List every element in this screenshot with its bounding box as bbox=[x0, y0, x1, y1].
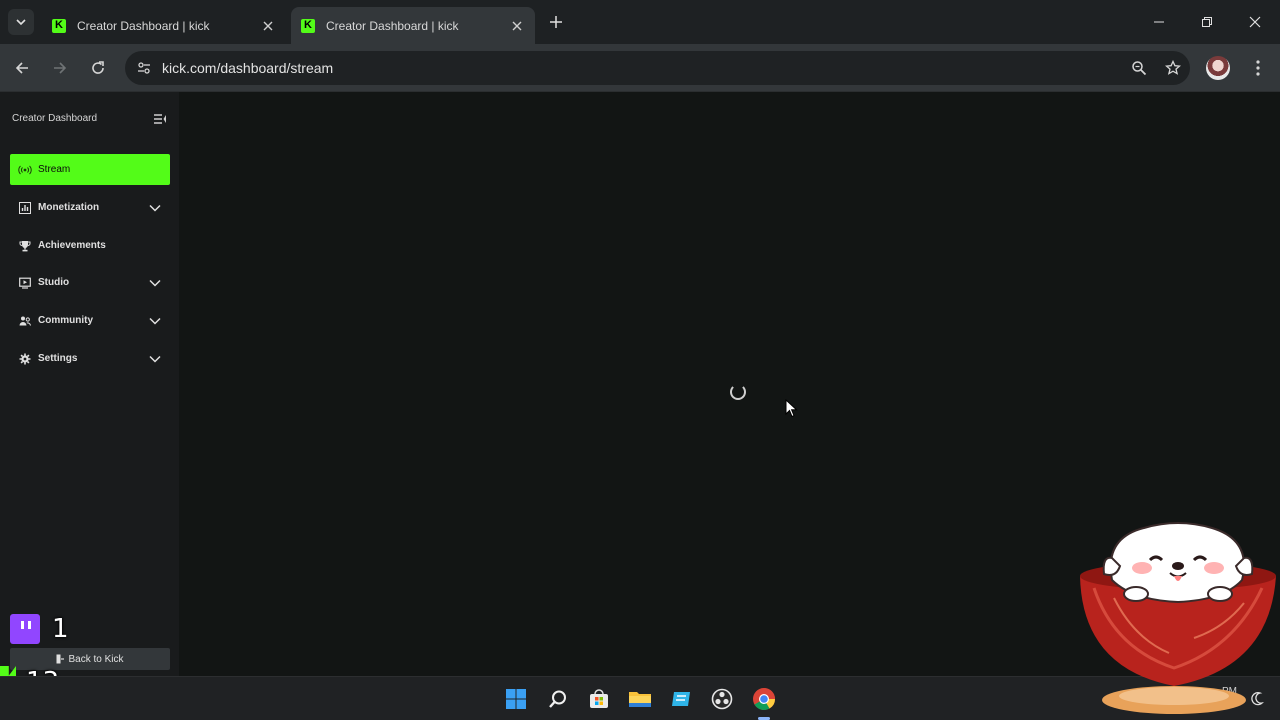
sidebar-title: Creator Dashboard bbox=[12, 113, 98, 124]
reload-icon bbox=[92, 61, 104, 74]
close-icon bbox=[263, 21, 273, 30]
app-icon[interactable] bbox=[668, 686, 694, 712]
kick-favicon-icon: K bbox=[301, 18, 315, 33]
back-button[interactable] bbox=[8, 54, 36, 82]
sidebar-item-community[interactable]: Community bbox=[10, 305, 170, 336]
sidebar-item-label: Stream bbox=[38, 164, 71, 175]
store-icon[interactable] bbox=[586, 686, 612, 712]
sidebar-item-stream[interactable]: Stream bbox=[10, 154, 170, 185]
kick-favicon-icon: K bbox=[52, 18, 66, 33]
studio-icon bbox=[18, 276, 32, 290]
browser-tab-1[interactable]: K Creator Dashboard | kick bbox=[42, 7, 286, 44]
sidebar-item-label: Achievements bbox=[38, 240, 106, 251]
tab-title: Creator Dashboard | kick bbox=[326, 18, 459, 33]
arrow-right-icon bbox=[54, 62, 67, 74]
sidebar-item-studio[interactable]: Studio bbox=[10, 267, 170, 298]
obs-icon[interactable] bbox=[709, 686, 735, 712]
mouse-cursor-icon bbox=[785, 399, 798, 418]
new-tab-button[interactable] bbox=[544, 10, 568, 34]
exit-icon bbox=[56, 654, 65, 664]
sidebar-item-label: Settings bbox=[38, 353, 78, 364]
close-icon bbox=[1249, 16, 1261, 28]
forward-button[interactable] bbox=[46, 54, 74, 82]
chevron-down-icon bbox=[148, 352, 162, 366]
sidebar-item-achievements[interactable]: Achievements bbox=[10, 230, 170, 261]
tab-search-button[interactable] bbox=[8, 9, 34, 35]
back-to-kick-label: Back to Kick bbox=[68, 653, 124, 665]
sidebar-item-label: Monetization bbox=[38, 202, 100, 213]
sidebar-item-settings[interactable]: Settings bbox=[10, 343, 170, 374]
twitch-logo-icon bbox=[10, 614, 40, 644]
sidebar-item-label: Studio bbox=[38, 277, 70, 288]
tab-close-button[interactable] bbox=[260, 18, 276, 34]
file-explorer-icon[interactable] bbox=[627, 686, 653, 712]
sidebar-item-monetization[interactable]: Monetization bbox=[10, 192, 170, 223]
browser-menu-button[interactable] bbox=[1246, 56, 1270, 80]
minimize-button[interactable] bbox=[1136, 0, 1182, 44]
broadcast-icon bbox=[18, 163, 32, 177]
trophy-icon bbox=[18, 239, 32, 253]
plus-icon bbox=[550, 16, 562, 28]
sidebar-item-label: Community bbox=[38, 315, 93, 326]
close-icon bbox=[512, 21, 522, 30]
tab-strip: K Creator Dashboard | kick K Creator Das… bbox=[0, 0, 1280, 44]
minimize-icon bbox=[1154, 21, 1164, 23]
site-info-icon[interactable] bbox=[134, 58, 154, 78]
chrome-icon[interactable] bbox=[751, 686, 777, 712]
twitch-viewer-count: 1 bbox=[52, 614, 69, 644]
more-vertical-icon bbox=[1256, 60, 1260, 76]
bookmark-star-icon[interactable] bbox=[1156, 51, 1190, 85]
tab-title: Creator Dashboard | kick bbox=[77, 18, 210, 33]
loading-spinner-icon bbox=[730, 384, 746, 400]
address-bar[interactable]: kick.com/dashboard/stream bbox=[125, 51, 1190, 85]
zoom-icon[interactable] bbox=[1122, 51, 1156, 85]
restore-button[interactable] bbox=[1184, 0, 1230, 44]
twitch-viewer-counter: 1 bbox=[10, 614, 69, 644]
dog-in-bowl-mascot bbox=[1080, 522, 1276, 714]
browser-tab-2[interactable]: K Creator Dashboard | kick bbox=[291, 7, 535, 44]
gear-icon bbox=[18, 352, 32, 366]
profile-avatar[interactable] bbox=[1206, 56, 1230, 80]
collapse-sidebar-icon bbox=[154, 114, 166, 124]
dashboard-sidebar: Creator Dashboard Stream Monetization Ac… bbox=[0, 92, 179, 676]
tab-close-button[interactable] bbox=[509, 18, 525, 34]
community-icon bbox=[18, 314, 32, 328]
chevron-down-icon bbox=[148, 276, 162, 290]
chevron-down-icon bbox=[148, 314, 162, 328]
reload-button[interactable] bbox=[84, 54, 112, 82]
windows-start-icon[interactable] bbox=[503, 686, 529, 712]
chevron-down-icon bbox=[16, 19, 26, 26]
close-window-button[interactable] bbox=[1232, 0, 1278, 44]
chart-icon bbox=[18, 201, 32, 215]
restore-icon bbox=[1202, 17, 1212, 27]
search-icon[interactable] bbox=[545, 686, 571, 712]
chevron-down-icon bbox=[148, 201, 162, 215]
url-text[interactable]: kick.com/dashboard/stream bbox=[162, 60, 333, 76]
arrow-left-icon bbox=[15, 62, 28, 74]
browser-toolbar: kick.com/dashboard/stream bbox=[0, 44, 1280, 92]
sidebar-collapse-button[interactable] bbox=[152, 112, 168, 126]
